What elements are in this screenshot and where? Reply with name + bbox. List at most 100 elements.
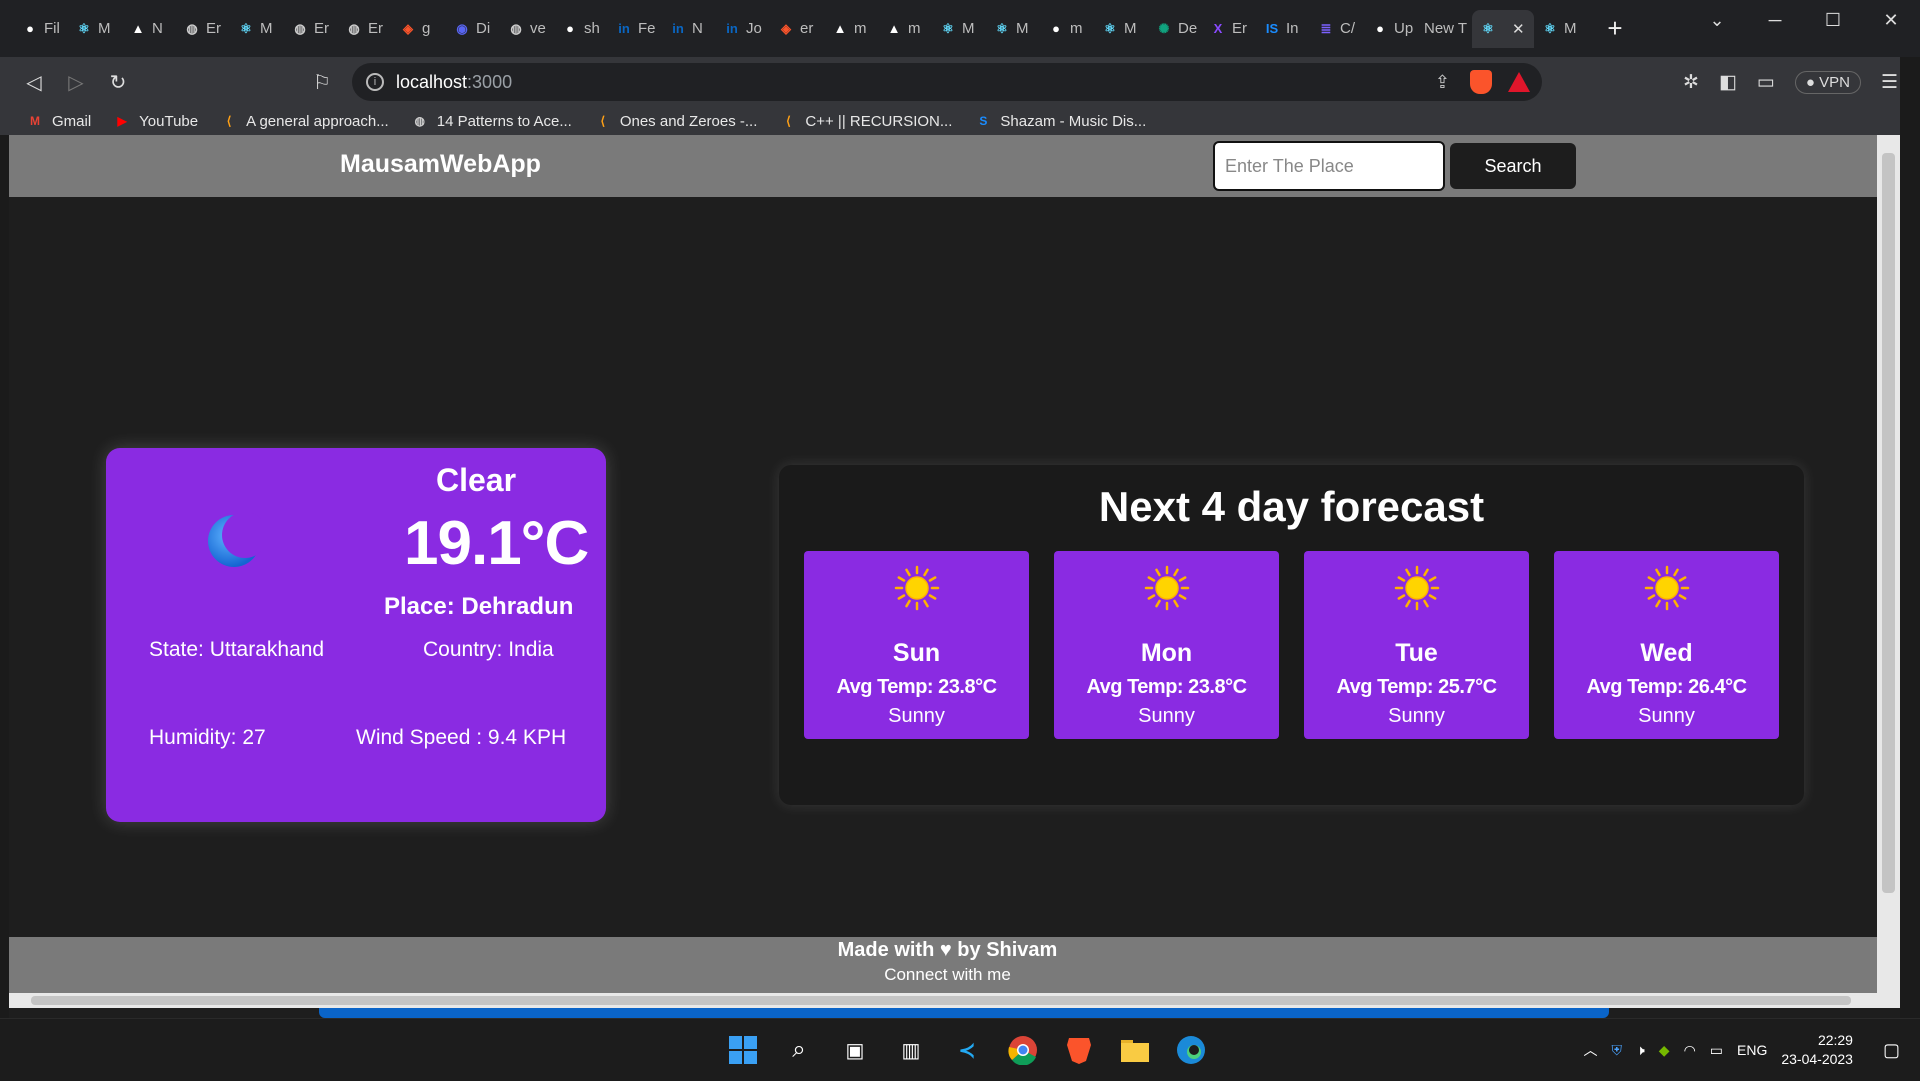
sun-icon (894, 565, 940, 611)
site-info-icon[interactable]: i (366, 73, 384, 91)
browser-tab[interactable]: ▲ m (824, 10, 878, 48)
reload-button[interactable]: ↻ (98, 62, 138, 102)
forecast-description: Sunny (888, 705, 945, 727)
browser-tab[interactable]: ● sh (554, 10, 608, 48)
brave-shields-icon[interactable] (1470, 70, 1492, 94)
tab-label: g (422, 20, 431, 37)
bookmark-icon[interactable]: ⚐ (302, 62, 342, 102)
browser-tab[interactable]: ⚛ M (1094, 10, 1148, 48)
bookmark-item[interactable]: ◍ 14 Patterns to Ace... (411, 112, 571, 130)
github-icon: ● (1376, 21, 1384, 36)
moon-icon (208, 513, 262, 567)
volume-muted-icon[interactable]: 🕨 (1636, 1042, 1645, 1059)
address-bar[interactable]: i localhost:3000 ⇪ (352, 63, 1542, 101)
browser-window: ● Fil ⚛ M ▲ N ◍ Er ⚛ M ◍ Er ◍ Er ◈ g ◉ Di ◍ ve ● sh in Fe in Nin J… (0, 0, 1920, 1080)
browser-tab[interactable]: ⚛ M (1534, 10, 1588, 48)
browser-tab[interactable]: in Fe (608, 10, 662, 48)
forecast-card: Tue Avg Temp: 25.7°C Sunny (1304, 551, 1529, 739)
horizontal-scrollbar[interactable] (9, 993, 1886, 1008)
vpn-button[interactable]: ● VPN (1794, 70, 1861, 94)
bookmark-item[interactable]: S Shazam - Music Dis... (974, 112, 1146, 130)
vscode-icon[interactable]: ≺ (948, 1031, 986, 1069)
browser-tab[interactable]: ◈ er (770, 10, 824, 48)
close-window-button[interactable]: ✕ (1862, 0, 1920, 40)
forecast-title: Next 4 day forecast (1098, 483, 1485, 530)
browser-tab[interactable]: ● m (1040, 10, 1094, 48)
browser-tab[interactable]: ● Up (1364, 10, 1418, 48)
browser-tab[interactable]: ◍ Er (176, 10, 230, 48)
share-icon[interactable]: ⇪ (1435, 72, 1450, 93)
bookmark-item[interactable]: ▶ YouTube (113, 112, 199, 130)
clock[interactable]: 22:29 23-04-2023 (1781, 1031, 1853, 1069)
browser-tab[interactable]: in Jo (716, 10, 770, 48)
browser-tab[interactable]: ≣ C/ (1310, 10, 1364, 48)
browser-tab[interactable]: ✺ De (1148, 10, 1202, 48)
vertical-scroll-thumb[interactable] (1882, 153, 1895, 893)
browser-tab[interactable]: ⚛ M (230, 10, 284, 48)
tab-label: N (692, 20, 703, 37)
browser-tab[interactable]: ⚛ M (68, 10, 122, 48)
bookmark-item[interactable]: ⟨ A general approach... (220, 112, 389, 130)
browser-tab[interactable]: ◉ Di (446, 10, 500, 48)
minimize-button[interactable]: ─ (1746, 0, 1804, 40)
browser-tab[interactable]: ◍ ve (500, 10, 554, 48)
browser-tab[interactable]: ⚛ ✕ (1472, 9, 1534, 48)
search-input[interactable] (1213, 141, 1445, 191)
url-text[interactable]: localhost:3000 (396, 72, 512, 93)
browser-tab[interactable]: ▲ N (122, 10, 176, 48)
nvidia-icon[interactable]: ◆ (1659, 1042, 1670, 1059)
browser-tab[interactable]: ◍ Er (284, 10, 338, 48)
new-tab-button[interactable]: + (1600, 13, 1630, 44)
forecast-day: Wed (1640, 639, 1693, 667)
search-icon[interactable]: ⌕ (780, 1031, 818, 1069)
browser-tab[interactable]: ◍ Er (338, 10, 392, 48)
browser-tab[interactable]: ◈ g (392, 10, 446, 48)
maximize-button[interactable]: ☐ (1804, 0, 1862, 40)
close-tab-icon[interactable]: ✕ (1512, 20, 1525, 38)
sidebar-icon[interactable]: ◧ (1719, 71, 1737, 94)
tab-label: Di (476, 20, 491, 37)
shazam-icon: S (979, 114, 988, 128)
windows-start-icon[interactable] (724, 1031, 762, 1069)
brave-taskbar-icon[interactable] (1060, 1031, 1098, 1069)
place-label: Place: Dehradun (384, 593, 574, 620)
browser-tab[interactable]: in N (662, 10, 716, 48)
bookmark-item[interactable]: ⟨ Ones and Zeroes -... (594, 112, 757, 130)
browser-tab[interactable]: New T (1418, 10, 1472, 48)
forward-button[interactable]: ▷ (56, 62, 96, 102)
tray-overflow-icon[interactable]: ︿ (1583, 1040, 1597, 1060)
vertical-scrollbar[interactable] (1877, 135, 1900, 1008)
sun-icon (1644, 565, 1690, 611)
browser-tab[interactable]: IS In (1256, 10, 1310, 48)
search-button[interactable]: Search (1450, 143, 1576, 189)
notifications-icon[interactable]: ▢ (1883, 1040, 1900, 1061)
forecast-avg-temp: Avg Temp: 26.4°C (1586, 676, 1747, 698)
back-button[interactable]: ◁ (14, 62, 54, 102)
browser-tab[interactable]: ⚛ M (986, 10, 1040, 48)
brave-rewards-icon[interactable] (1508, 72, 1530, 92)
menu-icon[interactable]: ☰ (1881, 71, 1898, 94)
browser-tab[interactable]: ⚛ M (932, 10, 986, 48)
browser-tab[interactable]: ● Fil (14, 10, 68, 48)
bookmark-item[interactable]: ⟨ C++ || RECURSION... (779, 112, 952, 130)
wifi-icon[interactable]: ◠ (1684, 1042, 1696, 1059)
tab-label: Er (206, 20, 221, 37)
app-brand[interactable]: MausamWebApp (340, 150, 541, 179)
extensions-icon[interactable]: ✲ (1683, 71, 1699, 94)
task-view-icon[interactable]: ▣ (836, 1031, 874, 1069)
edge-icon[interactable] (1172, 1031, 1210, 1069)
browser-tab[interactable]: ▲ m (878, 10, 932, 48)
horizontal-scroll-thumb[interactable] (31, 996, 1851, 1005)
language-indicator[interactable]: ENG (1737, 1042, 1767, 1058)
tab-search-icon[interactable]: ⌄ (1688, 0, 1746, 40)
chrome-icon[interactable] (1004, 1031, 1042, 1069)
browser-tab[interactable]: X Er (1202, 10, 1256, 48)
widgets-icon[interactable]: ▥ (892, 1031, 930, 1069)
wallet-icon[interactable]: ▭ (1757, 71, 1775, 94)
globe-icon: ◍ (186, 20, 198, 36)
bookmark-item[interactable]: M Gmail (26, 112, 91, 130)
security-icon[interactable]: ⛨ (1611, 1042, 1622, 1059)
battery-icon[interactable]: ▭ (1710, 1042, 1723, 1059)
file-explorer-icon[interactable] (1116, 1031, 1154, 1069)
connect-link[interactable]: Connect with me (9, 965, 1886, 985)
